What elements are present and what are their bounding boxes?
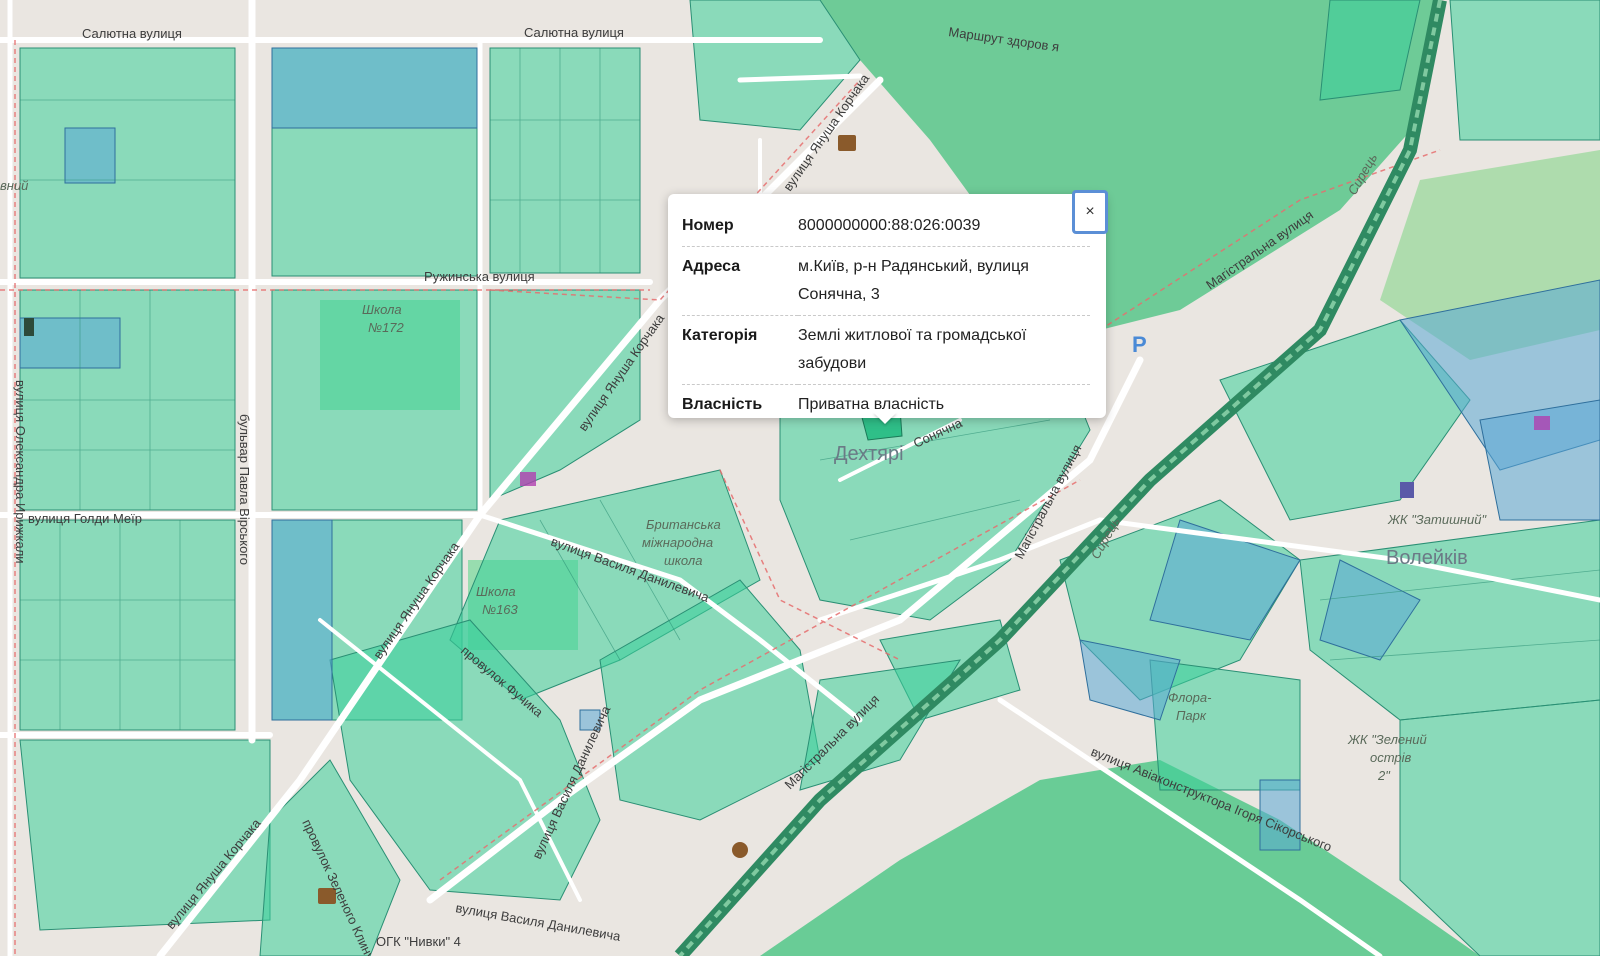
- place-label: №163: [482, 602, 519, 617]
- place-label: Британська: [646, 517, 721, 532]
- field-label: Номер: [682, 206, 798, 247]
- land-category: Землі житлової та громадської забудови: [798, 315, 1090, 385]
- table-row: Категорія Землі житлової та громадської …: [682, 315, 1090, 385]
- place-label: Школа: [362, 302, 402, 317]
- table-row: Номер 8000000000:88:026:0039: [682, 206, 1090, 247]
- place-label: ЖК "Зелений: [1347, 732, 1427, 747]
- parcel-info-popup: Номер 8000000000:88:026:0039 Адреса м.Ки…: [668, 194, 1106, 418]
- shop-icon: [1534, 416, 1550, 430]
- place-label: ОГК "Нивки" 4: [376, 934, 461, 949]
- district-label: Волейків: [1386, 547, 1468, 569]
- shop-icon: [520, 472, 536, 486]
- place-label: ЖК "Затишний": [1387, 512, 1487, 527]
- place-label: вний: [0, 178, 28, 193]
- place-label: Школа: [476, 584, 516, 599]
- cadastral-map[interactable]: Салютна вулиця Салютна вулиця Ружинська …: [0, 0, 1600, 956]
- place-label: Парк: [1176, 708, 1207, 723]
- parcel-info-table: Номер 8000000000:88:026:0039 Адреса м.Ки…: [682, 206, 1090, 425]
- street-label: вулиця Олександра Ирижкали: [13, 380, 28, 564]
- field-label: Власність: [682, 396, 763, 413]
- place-label: Флора-: [1168, 690, 1212, 705]
- parcel-address: м.Київ, р-н Радянський, вулиця Сонячна, …: [798, 246, 1090, 316]
- place-label: міжнародна: [642, 535, 713, 550]
- street-label: Ружинська вулиця: [424, 269, 535, 284]
- place-label: школа: [664, 553, 702, 568]
- popup-pointer: [873, 412, 897, 424]
- street-label: Салютна вулиця: [82, 26, 182, 41]
- parking-icon: P: [1132, 332, 1147, 357]
- place-label: острів: [1370, 750, 1412, 765]
- library-icon: [838, 135, 856, 151]
- place-label: №172: [368, 320, 405, 335]
- street-label: бульвар Павла Вірського: [237, 414, 252, 565]
- table-row: Адреса м.Київ, р-н Радянський, вулиця Со…: [682, 246, 1090, 316]
- field-label: Адреса: [682, 246, 798, 316]
- place-label: 2": [1377, 768, 1391, 783]
- street-label: Салютна вулиця: [524, 25, 624, 40]
- field-label: Категорія: [682, 315, 798, 385]
- district-label: Дехтярі: [834, 443, 904, 465]
- lock-icon: [1400, 482, 1414, 498]
- close-popup-button[interactable]: ×: [1072, 190, 1108, 234]
- cadastral-number: 8000000000:88:026:0039: [798, 206, 1090, 247]
- street-label: вулиця Голди Меїр: [28, 511, 142, 526]
- church-icon: [24, 318, 34, 336]
- attraction-icon: [732, 842, 748, 858]
- ownership-type: Приватна власність: [798, 396, 945, 413]
- close-icon[interactable]: ×: [1085, 203, 1094, 221]
